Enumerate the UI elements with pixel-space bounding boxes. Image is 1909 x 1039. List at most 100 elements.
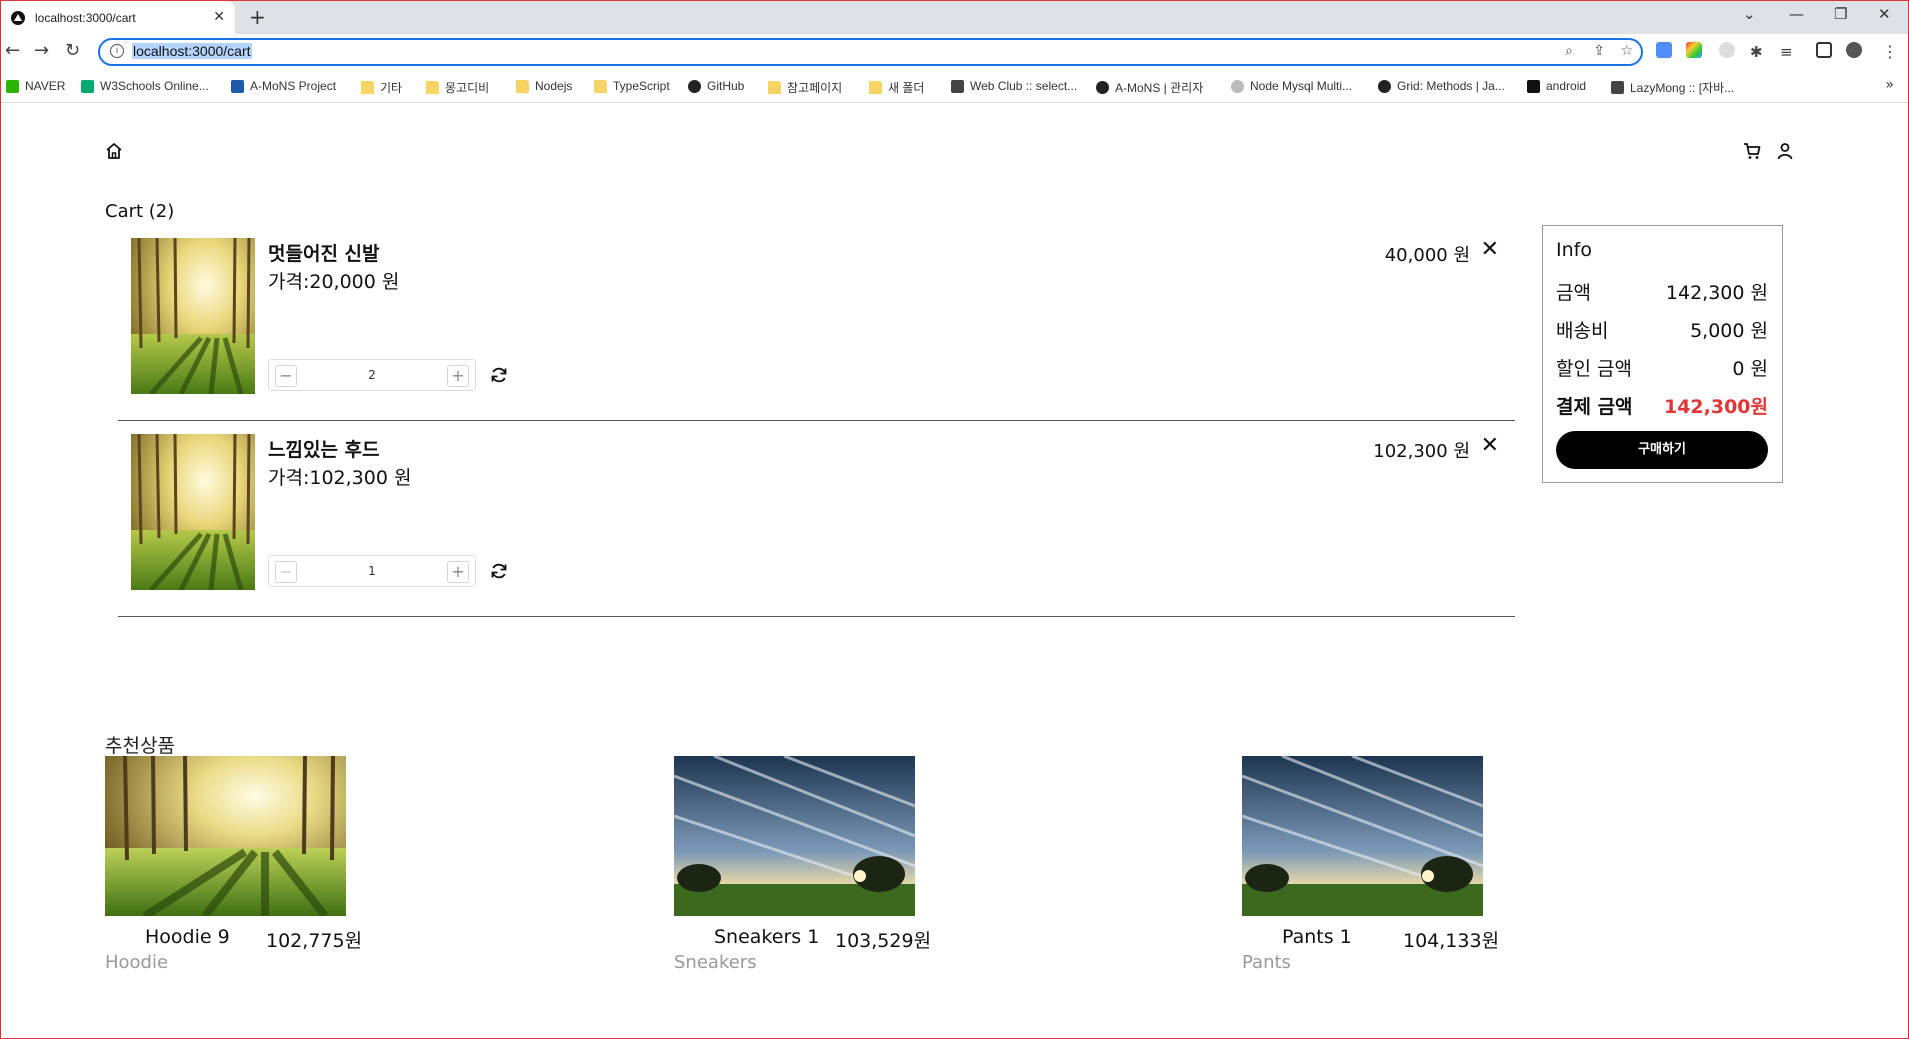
- refresh-icon[interactable]: [490, 562, 508, 580]
- bookmark-item[interactable]: W3Schools Online...: [81, 79, 209, 93]
- site-icon: [1611, 81, 1624, 94]
- bookmark-item[interactable]: GitHub: [688, 79, 744, 93]
- increase-quantity-button[interactable]: +: [447, 365, 469, 387]
- browser-toolbar: ← → ↻ i localhost:3000/cart ⌕ ⇪ ☆ ✱ ≡ ⋮: [1, 34, 1908, 71]
- favicon-icon: [11, 10, 25, 25]
- recommend-category: Hoodie: [105, 952, 169, 973]
- site-icon: [1096, 81, 1109, 94]
- bookmark-item[interactable]: 새 폴더: [869, 79, 924, 96]
- recommend-name[interactable]: Pants 1: [1282, 926, 1352, 948]
- menu-kebab-icon[interactable]: ⋮: [1882, 42, 1898, 61]
- tab-title: localhost:3000/cart: [35, 10, 136, 25]
- quantity-stepper[interactable]: − 2 +: [268, 359, 476, 391]
- browser-tabbar: localhost:3000/cart ✕ + ⌄ — ❐ ✕: [1, 1, 1908, 34]
- summary-label: 배송비: [1556, 320, 1609, 342]
- product-total-price: 40,000 원: [1384, 245, 1470, 266]
- restore-icon[interactable]: ❐: [1834, 5, 1847, 23]
- w3schools-icon: [81, 79, 94, 93]
- minimize-icon[interactable]: —: [1789, 5, 1804, 23]
- bookmarks-bar: NAVER W3Schools Online... A-MoNS Project…: [1, 71, 1908, 103]
- product-image[interactable]: [131, 434, 255, 590]
- product-name[interactable]: 멋들어진 신발: [268, 239, 380, 266]
- back-icon[interactable]: ←: [5, 40, 20, 61]
- bookmark-item[interactable]: A-MoNS Project: [231, 79, 336, 93]
- cart-item: 느낌있는 후드 가격:102,300 원 102,300 원 ✕ − 1 +: [118, 421, 1515, 617]
- site-icon: [1231, 79, 1244, 93]
- zoom-icon[interactable]: ⌕: [1565, 43, 1573, 59]
- product-image[interactable]: [674, 756, 915, 916]
- folder-icon: [516, 79, 529, 93]
- recommend-category: Sneakers: [674, 952, 757, 973]
- bookmark-item[interactable]: 기타: [361, 79, 402, 96]
- recommend-card[interactable]: Sneakers 1 103,529원 Sneakers: [674, 756, 974, 973]
- remove-item-button[interactable]: ✕: [1481, 433, 1499, 458]
- user-icon[interactable]: [1776, 142, 1794, 160]
- site-icon: [951, 79, 964, 93]
- folder-icon: [361, 81, 374, 94]
- increase-quantity-button[interactable]: +: [447, 561, 469, 583]
- tab-search-icon[interactable]: ⌄: [1743, 5, 1756, 23]
- bookmark-item[interactable]: LazyMong :: [자바...: [1611, 79, 1734, 96]
- bookmark-item[interactable]: Nodejs: [516, 79, 572, 93]
- decrease-quantity-button[interactable]: −: [275, 365, 297, 387]
- share-icon[interactable]: ⇪: [1593, 43, 1605, 59]
- profile-avatar[interactable]: [1846, 42, 1862, 58]
- cart-title: Cart (2): [105, 201, 175, 222]
- product-image[interactable]: [1242, 756, 1483, 916]
- decrease-quantity-button[interactable]: −: [275, 561, 297, 583]
- recommend-price: 103,529원: [835, 930, 932, 952]
- translate-extension-icon[interactable]: [1656, 42, 1672, 58]
- quantity-stepper[interactable]: − 1 +: [268, 555, 476, 587]
- remove-item-button[interactable]: ✕: [1481, 237, 1499, 262]
- globe-extension-icon[interactable]: [1719, 42, 1735, 58]
- new-tab-button[interactable]: +: [249, 5, 266, 29]
- side-panel-icon[interactable]: [1816, 42, 1832, 58]
- product-image[interactable]: [131, 238, 255, 394]
- summary-label: 결제 금액: [1556, 396, 1633, 418]
- reload-icon[interactable]: ↻: [65, 40, 80, 61]
- bookmark-item[interactable]: 참고페이지: [768, 79, 842, 96]
- recommend-category: Pants: [1242, 952, 1291, 973]
- product-unit-price: 가격:102,300 원: [268, 467, 412, 489]
- site-info-icon[interactable]: i: [110, 44, 124, 58]
- home-icon[interactable]: [105, 142, 123, 160]
- recommend-card[interactable]: Hoodie 9 102,775원 Hoodie: [105, 756, 405, 973]
- cart-icon[interactable]: [1743, 142, 1761, 160]
- close-window-icon[interactable]: ✕: [1878, 5, 1891, 23]
- summary-total-value: 142,300원: [1663, 396, 1768, 418]
- quantity-input[interactable]: 2: [309, 368, 435, 382]
- refresh-icon[interactable]: [490, 366, 508, 384]
- recommend-title: 추천상품: [105, 735, 175, 757]
- browser-tab-cart[interactable]: localhost:3000/cart ✕: [1, 1, 235, 34]
- product-total-price: 102,300 원: [1373, 441, 1470, 462]
- recommend-card[interactable]: Pants 1 104,133원 Pants: [1242, 756, 1542, 973]
- bookmark-item[interactable]: 몽고디비: [426, 79, 489, 96]
- buy-button[interactable]: 구매하기: [1556, 431, 1768, 469]
- folder-icon: [869, 81, 882, 94]
- product-name[interactable]: 느낌있는 후드: [268, 435, 380, 462]
- extensions-puzzle-icon[interactable]: ✱: [1750, 43, 1763, 61]
- bookmark-item[interactable]: A-MoNS | 관리자: [1096, 79, 1203, 96]
- order-summary-panel: Info 금액 142,300 원 배송비 5,000 원 할인 금액 0 원 …: [1542, 225, 1783, 483]
- reading-list-icon[interactable]: ≡: [1780, 43, 1793, 61]
- summary-value: 142,300 원: [1665, 282, 1768, 304]
- recommend-name[interactable]: Hoodie 9: [145, 926, 230, 948]
- bookmark-item[interactable]: TypeScript: [594, 79, 670, 93]
- product-image[interactable]: [105, 756, 346, 916]
- bookmark-item[interactable]: Web Club :: select...: [951, 79, 1077, 93]
- quantity-input[interactable]: 1: [309, 564, 435, 578]
- bookmark-star-icon[interactable]: ☆: [1620, 43, 1633, 59]
- tab-close-icon[interactable]: ✕: [213, 9, 225, 25]
- color-extension-icon[interactable]: [1686, 42, 1702, 58]
- bookmark-item[interactable]: Node Mysql Multi...: [1231, 79, 1352, 93]
- bookmarks-more-icon[interactable]: »: [1885, 77, 1894, 93]
- naver-icon: [6, 79, 19, 93]
- recommend-name[interactable]: Sneakers 1: [714, 926, 819, 948]
- bookmark-item[interactable]: NAVER: [6, 79, 65, 93]
- address-bar[interactable]: i localhost:3000/cart ⌕ ⇪ ☆: [98, 38, 1643, 66]
- forward-icon[interactable]: →: [34, 40, 49, 61]
- bookmark-item[interactable]: Grid: Methods | Ja...: [1378, 79, 1505, 93]
- url-text[interactable]: localhost:3000/cart: [132, 43, 252, 59]
- bookmark-item[interactable]: android: [1527, 79, 1586, 93]
- summary-label: 할인 금액: [1556, 358, 1632, 380]
